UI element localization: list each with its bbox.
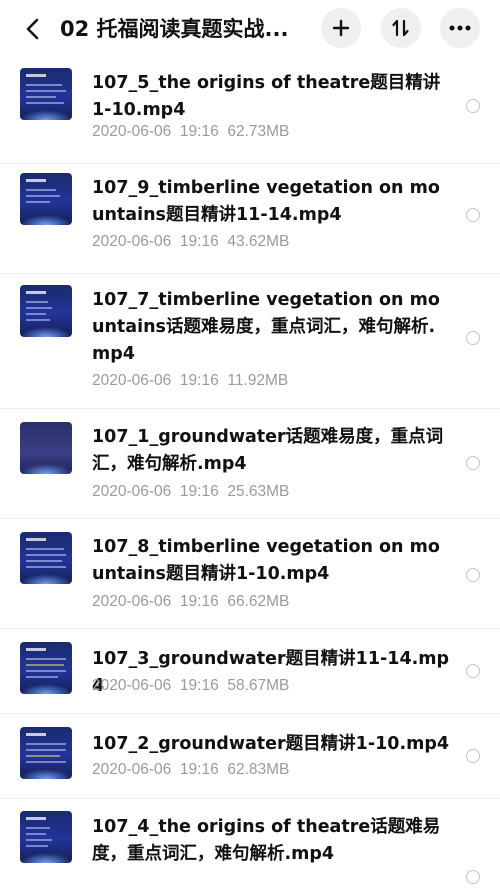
file-size: 62.73MB [227,123,290,140]
select-radio[interactable] [466,208,480,222]
file-name: 107_4_the origins of theatre话题难易度，重点词汇，难… [92,817,441,864]
select-radio[interactable] [466,456,480,470]
video-thumbnail [20,285,72,337]
video-thumbnail [20,532,72,584]
file-size: 62.83MB [227,761,290,778]
file-size: 43.62MB [227,233,290,250]
file-row[interactable]: 107_5_the origins of theatre题目精讲1-10.mp4… [0,58,500,164]
file-row[interactable]: 107_4_the origins of theatre话题难易度，重点词汇，难… [0,798,500,888]
video-thumbnail [20,422,72,474]
file-date: 2020-06-06 [92,761,172,778]
file-size: 58.67MB [227,677,290,694]
file-meta: 2020-06-06 19:16 62.73MB [92,122,289,142]
sort-arrows-icon [392,19,409,37]
file-row[interactable]: 107_7_timberline vegetation on mountains… [0,273,500,409]
file-size: 11.92MB [227,372,289,389]
file-time: 19:16 [179,677,219,694]
select-radio[interactable] [466,664,480,678]
more-button[interactable] [440,8,480,48]
file-name: 107_2_groundwater题目精讲1-10.mp4 [92,734,450,754]
file-time: 19:16 [179,123,219,140]
video-thumbnail [20,642,72,694]
video-thumbnail [20,173,72,225]
file-row[interactable]: 107_8_timberline vegetation on mountains… [0,518,500,629]
file-name: 107_8_timberline vegetation on mountains… [92,537,440,584]
file-date: 2020-06-06 [92,233,172,250]
file-date: 2020-06-06 [92,123,172,140]
file-time: 19:16 [179,593,219,610]
add-button[interactable] [321,8,361,48]
page-title: 02 托福阅读真题实战... [60,17,289,41]
file-meta: 2020-06-06 19:16 25.63MB [92,482,289,502]
file-meta: 2020-06-06 19:16 11.92MB [92,371,288,391]
back-button[interactable] [18,14,48,44]
chevron-left-icon [26,18,39,40]
plus-icon [332,19,350,37]
video-thumbnail [20,811,72,863]
file-date: 2020-06-06 [92,677,172,694]
select-radio[interactable] [466,99,480,113]
select-radio[interactable] [466,568,480,582]
file-row[interactable]: 107_1_groundwater话题难易度，重点词汇，难句解析.mp4 202… [0,408,500,519]
more-dots-icon [449,25,471,31]
sort-button[interactable] [381,8,421,48]
file-size: 66.62MB [227,593,290,610]
file-name: 107_7_timberline vegetation on mountains… [92,290,440,364]
select-radio[interactable] [466,870,480,884]
file-name: 107_5_the origins of theatre题目精讲1-10.mp4 [92,73,441,120]
select-radio[interactable] [466,749,480,763]
file-time: 19:16 [179,483,219,500]
file-meta: 2020-06-06 19:16 58.67MB [92,676,289,696]
video-thumbnail [20,68,72,120]
file-meta: 2020-06-06 19:16 43.62MB [92,232,289,252]
top-bar: 02 托福阅读真题实战... [0,0,500,58]
file-date: 2020-06-06 [92,483,172,500]
file-meta: 2020-06-06 19:16 62.83MB [92,760,289,780]
file-time: 19:16 [179,372,219,389]
file-name: 107_1_groundwater话题难易度，重点词汇，难句解析.mp4 [92,427,444,474]
video-thumbnail [20,727,72,779]
file-row[interactable]: 107_9_timberline vegetation on mountains… [0,163,500,274]
file-row[interactable]: 107_3_groundwater题目精讲11-14.mp4 2020-06-0… [0,628,500,714]
file-size: 25.63MB [227,483,290,500]
file-name: 107_9_timberline vegetation on mountains… [92,178,440,225]
file-time: 19:16 [179,233,219,250]
select-radio[interactable] [466,331,480,345]
file-date: 2020-06-06 [92,593,172,610]
file-row[interactable]: 107_2_groundwater题目精讲1-10.mp4 2020-06-06… [0,713,500,799]
file-time: 19:16 [179,761,219,778]
file-date: 2020-06-06 [92,372,172,389]
file-meta: 2020-06-06 19:16 66.62MB [92,592,289,612]
